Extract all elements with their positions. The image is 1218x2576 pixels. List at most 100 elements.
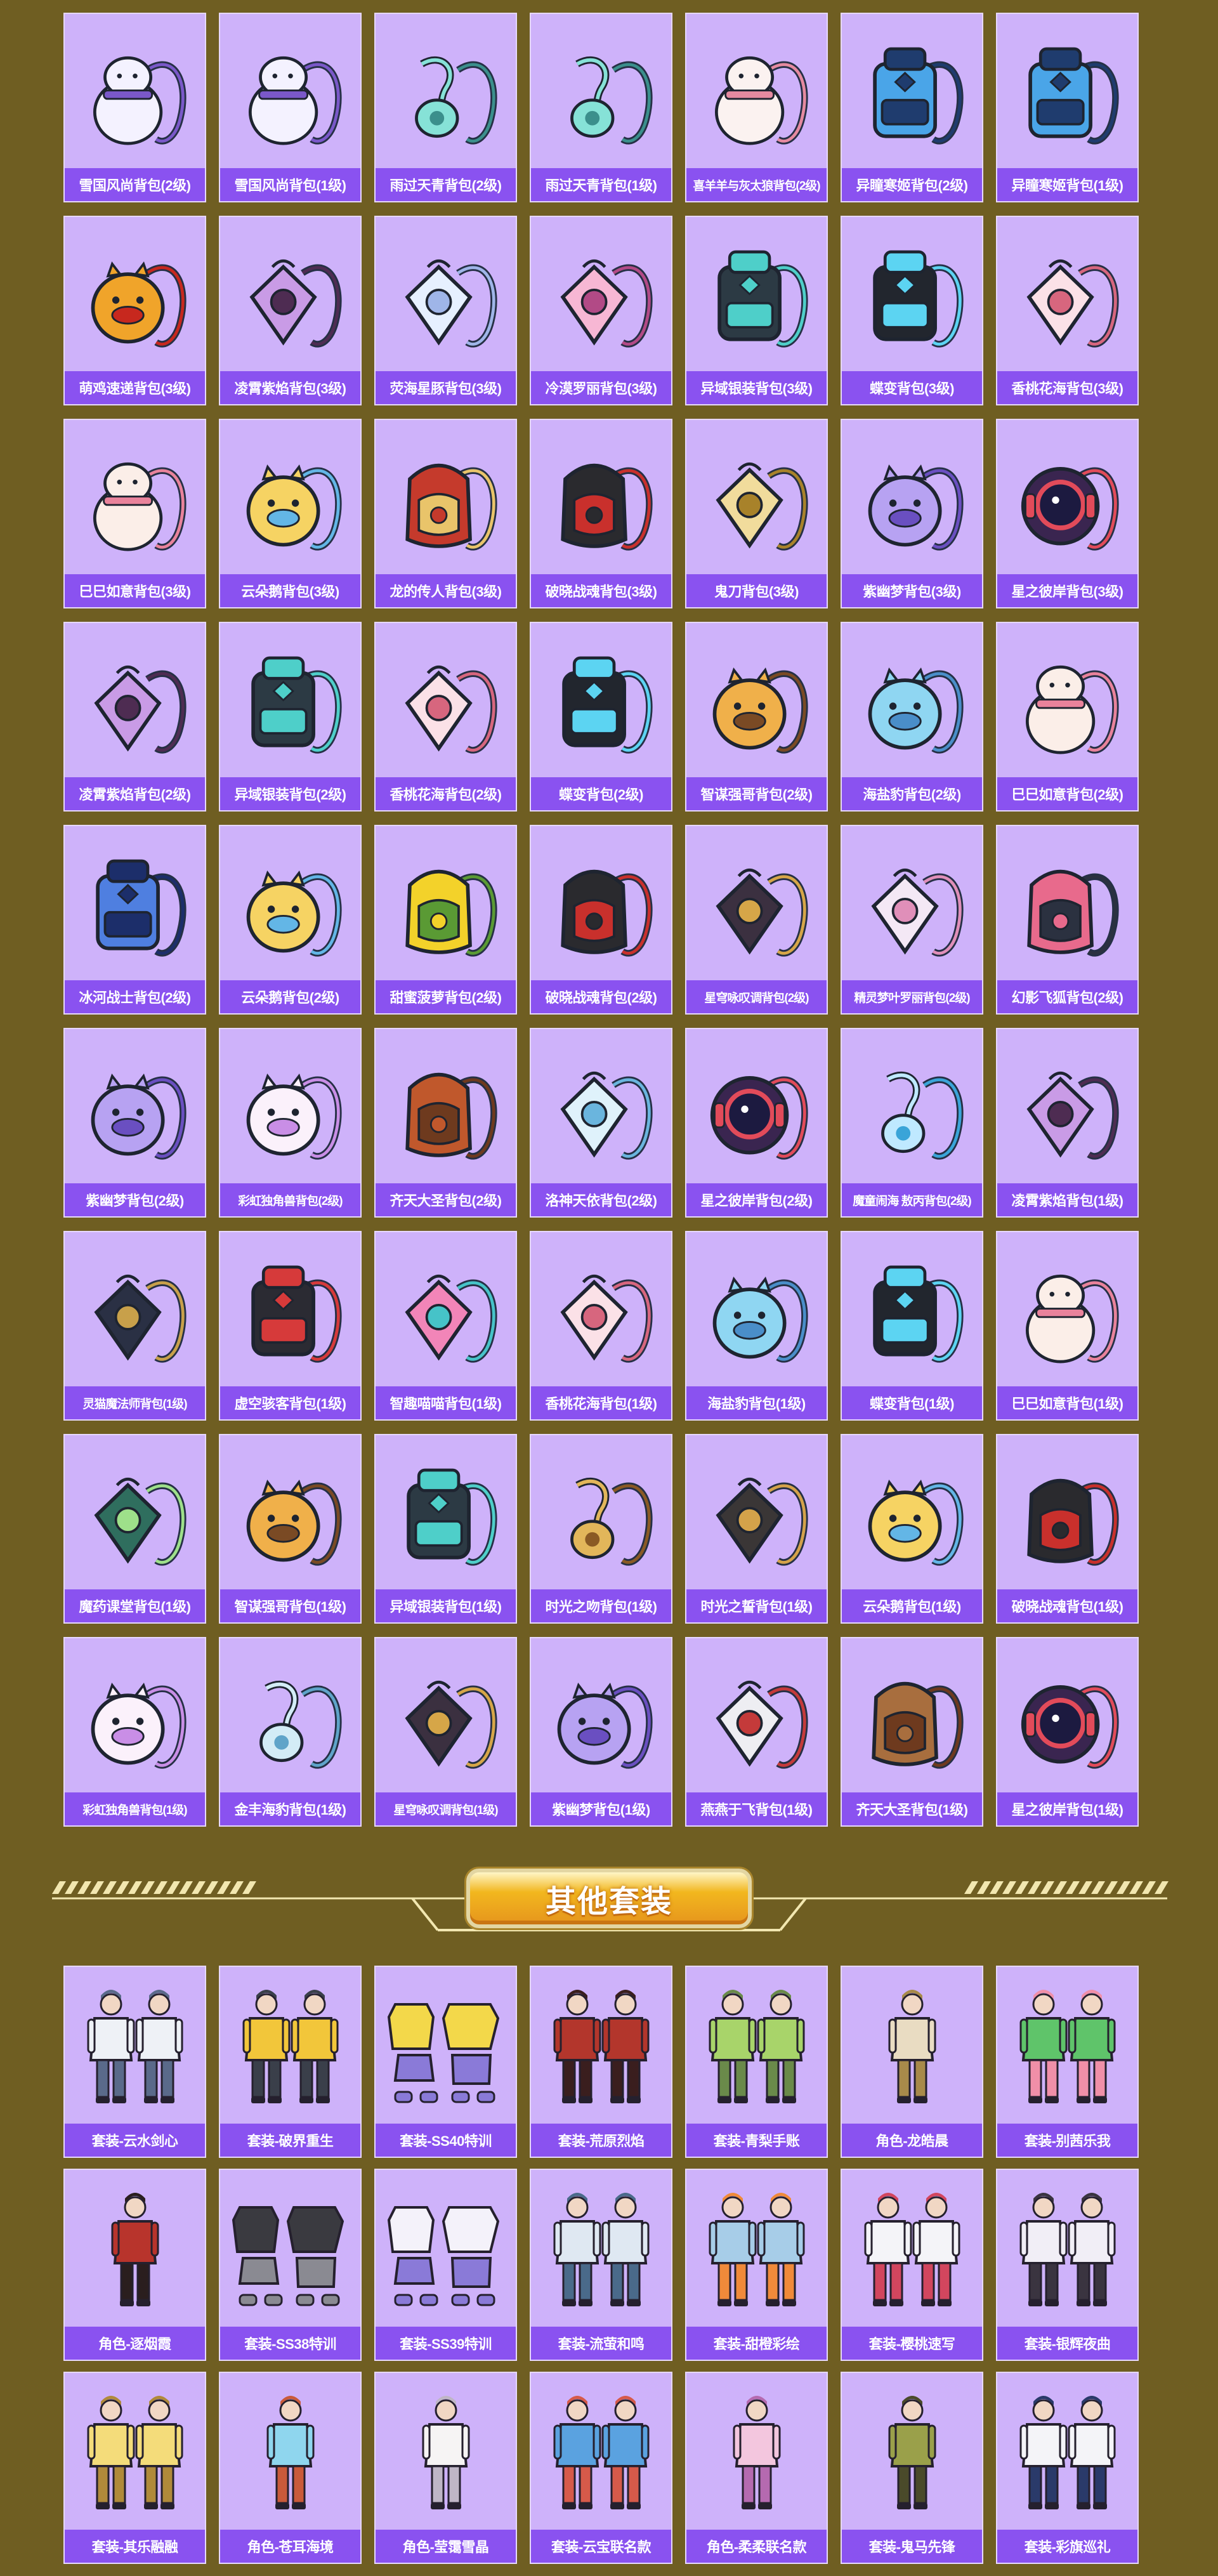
- backpack-card[interactable]: 甜蜜菠萝背包(2级): [374, 825, 517, 1015]
- monkey-king-backpack-icon: [842, 1638, 982, 1792]
- outfit-card[interactable]: 套装-荒原烈焰: [530, 1966, 672, 2158]
- cat-mage-backpack-icon: [65, 1232, 205, 1386]
- outfit-card[interactable]: 套装-破界重生: [219, 1966, 362, 2158]
- backpack-card[interactable]: 蝶变背包(3级): [841, 216, 983, 405]
- backpack-card[interactable]: 冰河战士背包(2级): [63, 825, 206, 1015]
- backpack-card[interactable]: 破晓战魂背包(3级): [530, 419, 672, 608]
- outfit-card[interactable]: 角色-莹霭雪晶: [374, 2372, 517, 2564]
- backpack-card[interactable]: 巳巳如意背包(3级): [63, 419, 206, 608]
- outfit-card[interactable]: 套装-青梨手账: [685, 1966, 828, 2158]
- backpack-card[interactable]: 喜羊羊与灰太狼背包(2级): [685, 13, 828, 202]
- backpack-card[interactable]: 巳巳如意背包(1级): [996, 1231, 1139, 1421]
- outfit-card[interactable]: 套装-银辉夜曲: [996, 2169, 1139, 2361]
- backpack-card[interactable]: 凌霄紫焰背包(3级): [219, 216, 362, 405]
- backpack-card[interactable]: 魔药课堂背包(1级): [63, 1434, 206, 1624]
- outfit-card[interactable]: 套装-云水剑心: [63, 1966, 206, 2158]
- backpack-card[interactable]: 时光之誓背包(1级): [685, 1434, 828, 1624]
- backpack-card[interactable]: 虚空骇客背包(1级): [219, 1231, 362, 1421]
- backpack-card[interactable]: 巳巳如意背包(2级): [996, 622, 1139, 812]
- outfit-label: 角色-龙皓晨: [842, 2124, 982, 2157]
- backpack-card[interactable]: 香桃花海背包(1级): [530, 1231, 672, 1421]
- backpack-card[interactable]: 龙的传人背包(3级): [374, 419, 517, 608]
- outfit-card[interactable]: 套装-SS40特训: [374, 1966, 517, 2158]
- backpack-card[interactable]: 智谋强哥背包(1级): [219, 1434, 362, 1624]
- backpack-card[interactable]: 洛神天依背包(2级): [530, 1028, 672, 1218]
- backpack-card[interactable]: 紫幽梦背包(1级): [530, 1637, 672, 1827]
- backpack-card[interactable]: 齐天大圣背包(1级): [841, 1637, 983, 1827]
- backpack-card[interactable]: 星穹咏叹调背包(2级): [685, 825, 828, 1015]
- backpack-card[interactable]: 智谋强哥背包(2级): [685, 622, 828, 812]
- backpack-card[interactable]: 星之彼岸背包(2级): [685, 1028, 828, 1218]
- backpack-card[interactable]: 荧海星豚背包(3级): [374, 216, 517, 405]
- backpack-card[interactable]: 异域银装背包(1级): [374, 1434, 517, 1624]
- backpack-label: 蝶变背包(1级): [842, 1386, 982, 1419]
- backpack-card[interactable]: 凌霄紫焰背包(2级): [63, 622, 206, 812]
- backpack-card[interactable]: 异瞳寒姬背包(1级): [996, 13, 1139, 202]
- backpack-label: 星穹咏叹调背包(2级): [686, 980, 827, 1013]
- outfit-card[interactable]: 套装-樱桃速写: [841, 2169, 983, 2361]
- backpack-card[interactable]: 香桃花海背包(2级): [374, 622, 517, 812]
- backpack-card[interactable]: 异瞳寒姬背包(2级): [841, 13, 983, 202]
- backpack-card[interactable]: 异域银装背包(3级): [685, 216, 828, 405]
- outfit-card[interactable]: 套装-别茜乐我: [996, 1966, 1139, 2158]
- backpack-card[interactable]: 雨过天青背包(2级): [374, 13, 517, 202]
- outfit-card[interactable]: 套装-SS39特训: [374, 2169, 517, 2361]
- section-title-banner: 其他套装: [466, 1869, 752, 1928]
- backpack-card[interactable]: 云朵鹅背包(3级): [219, 419, 362, 608]
- backpack-card[interactable]: 齐天大圣背包(2级): [374, 1028, 517, 1218]
- snowman-backpack-icon: [220, 14, 360, 168]
- backpack-card[interactable]: 智趣喵喵背包(1级): [374, 1231, 517, 1421]
- outfit-card[interactable]: 角色-龙皓晨: [841, 1966, 983, 2158]
- backpack-card[interactable]: 云朵鹅背包(1级): [841, 1434, 983, 1624]
- backpack-label: 雪国风尚背包(2级): [65, 168, 205, 201]
- backpack-label: 甜蜜菠萝背包(2级): [376, 980, 516, 1013]
- star-shore-backpack-icon: [686, 1029, 827, 1183]
- backpack-card[interactable]: 雪国风尚背包(2级): [63, 13, 206, 202]
- backpack-card[interactable]: 魔童闹海 敖丙背包(2级): [841, 1028, 983, 1218]
- backpack-card[interactable]: 破晓战魂背包(2级): [530, 825, 672, 1015]
- outfit-card[interactable]: 套装-甜橙彩绘: [685, 2169, 828, 2361]
- backpack-card[interactable]: 萌鸡速递背包(3级): [63, 216, 206, 405]
- backpack-label: 香桃花海背包(3级): [997, 371, 1137, 404]
- snowman-backpack-icon: [65, 14, 205, 168]
- backpack-card[interactable]: 幻影飞狐背包(2级): [996, 825, 1139, 1015]
- outfit-card[interactable]: 套装-SS38特训: [219, 2169, 362, 2361]
- backpack-card[interactable]: 灵猫魔法师背包(1级): [63, 1231, 206, 1421]
- backpack-card[interactable]: 鬼刀背包(3级): [685, 419, 828, 608]
- backpack-card[interactable]: 星之彼岸背包(3级): [996, 419, 1139, 608]
- backpack-card[interactable]: 彩虹独角兽背包(1级): [63, 1637, 206, 1827]
- outfit-card[interactable]: 套装-其乐融融: [63, 2372, 206, 2564]
- backpack-card[interactable]: 紫幽梦背包(2级): [63, 1028, 206, 1218]
- backpack-card[interactable]: 蝶变背包(2级): [530, 622, 672, 812]
- backpack-card[interactable]: 凌霄紫焰背包(1级): [996, 1028, 1139, 1218]
- backpack-card[interactable]: 雨过天青背包(1级): [530, 13, 672, 202]
- backpack-card[interactable]: 燕燕于飞背包(1级): [685, 1637, 828, 1827]
- backpack-card[interactable]: 星之彼岸背包(1级): [996, 1637, 1139, 1827]
- butterfly-backpack-icon: [842, 1232, 982, 1386]
- backpack-card[interactable]: 紫幽梦背包(3级): [841, 419, 983, 608]
- section-header: 其他套装: [0, 1856, 1218, 1938]
- backpack-card[interactable]: 时光之吻背包(1级): [530, 1434, 672, 1624]
- backpack-card[interactable]: 星穹咏叹调背包(1级): [374, 1637, 517, 1827]
- backpack-card[interactable]: 海盐豹背包(2级): [841, 622, 983, 812]
- backpack-card[interactable]: 云朵鹅背包(2级): [219, 825, 362, 1015]
- outfit-card[interactable]: 角色-逐烟霞: [63, 2169, 206, 2361]
- backpack-card[interactable]: 精灵梦叶罗丽背包(2级): [841, 825, 983, 1015]
- backpack-card[interactable]: 雪国风尚背包(1级): [219, 13, 362, 202]
- backpack-card[interactable]: 香桃花海背包(3级): [996, 216, 1139, 405]
- backpack-card[interactable]: 异域银装背包(2级): [219, 622, 362, 812]
- backpack-card[interactable]: 彩虹独角兽背包(2级): [219, 1028, 362, 1218]
- backpack-card[interactable]: 蝶变背包(1级): [841, 1231, 983, 1421]
- backpack-card[interactable]: 破晓战魂背包(1级): [996, 1434, 1139, 1624]
- backpack-card[interactable]: 冷漠罗丽背包(3级): [530, 216, 672, 405]
- backpack-card[interactable]: 金丰海豹背包(1级): [219, 1637, 362, 1827]
- outfit-card[interactable]: 角色-苍耳海境: [219, 2372, 362, 2564]
- backpack-card[interactable]: 海盐豹背包(1级): [685, 1231, 828, 1421]
- dark-tech-backpack-icon: [220, 623, 360, 777]
- outfit-pair-icon: [686, 1967, 827, 2124]
- outfit-card[interactable]: 套装-流萤和鸣: [530, 2169, 672, 2361]
- outfit-card[interactable]: 套装-云宝联名款: [530, 2372, 672, 2564]
- outfit-card[interactable]: 角色-柔柔联名款: [685, 2372, 828, 2564]
- outfit-card[interactable]: 套装-彩旗巡礼: [996, 2372, 1139, 2564]
- outfit-card[interactable]: 套装-鬼马先锋: [841, 2372, 983, 2564]
